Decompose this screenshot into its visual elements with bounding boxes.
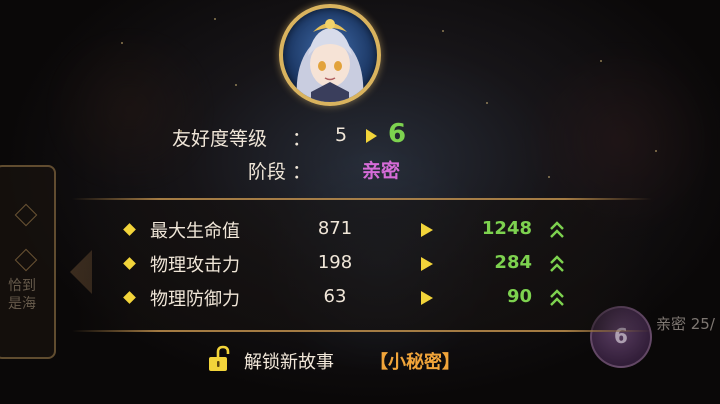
friendship-new-level: 6 (388, 119, 407, 149)
arrow-right-icon (421, 291, 433, 305)
stat-row: 物理攻击力 198 284 (0, 249, 720, 279)
friendship-levelup-screen: 恰到是海 6 亲密 25/ 友好度等级 ： 5 6 阶段 ： 亲密 最大生命值 (0, 0, 720, 404)
colon-separator: ： (292, 161, 312, 183)
friendship-level-label: 友好度等级 (172, 128, 268, 150)
sparkle (235, 84, 237, 86)
stat-row: 物理防御力 63 90 (0, 283, 720, 313)
stat-name: 物理防御力 (150, 289, 240, 310)
divider (72, 198, 652, 200)
arrow-right-icon (421, 257, 433, 271)
sparkle (655, 150, 657, 152)
sparkle (214, 18, 216, 20)
friendship-progress-text: 亲密 25/ (656, 315, 715, 333)
sparkle (600, 60, 602, 62)
friendship-old-level: 5 (334, 124, 348, 146)
stat-old-value: 198 (317, 252, 353, 273)
bullet-diamond-icon (123, 223, 136, 236)
bullet-diamond-icon (123, 257, 136, 270)
double-chevron-up-icon (550, 221, 564, 238)
arrow-right-icon (366, 129, 377, 143)
stat-new-value: 1248 (481, 218, 532, 239)
sparkle (548, 176, 550, 178)
stat-name: 物理攻击力 (150, 255, 240, 276)
colon-separator: ： (292, 128, 312, 150)
bullet-diamond-icon (123, 291, 136, 304)
stat-old-value: 871 (317, 218, 353, 239)
stat-row: 最大生命值 871 1248 (0, 215, 720, 245)
sparkle (121, 42, 123, 44)
double-chevron-up-icon (550, 289, 564, 306)
sparkle (442, 30, 444, 32)
stage-label: 阶段 (248, 161, 287, 183)
stat-new-value: 90 (506, 286, 532, 307)
stage-value: 亲密 (362, 160, 401, 182)
sparkle (486, 102, 488, 104)
stat-new-value: 284 (494, 252, 532, 273)
unlock-story-label: 解锁新故事 (244, 352, 334, 373)
character-portrait-icon (296, 19, 364, 102)
story-secret-tag: 【小秘密】 (370, 352, 460, 373)
double-chevron-up-icon (550, 255, 564, 272)
background-glow (40, 30, 220, 190)
unlock-icon (209, 345, 230, 371)
arrow-right-icon (421, 223, 433, 237)
divider (72, 330, 652, 332)
character-avatar (279, 4, 381, 106)
stat-old-value: 63 (323, 286, 347, 307)
stat-name: 最大生命值 (150, 221, 240, 242)
